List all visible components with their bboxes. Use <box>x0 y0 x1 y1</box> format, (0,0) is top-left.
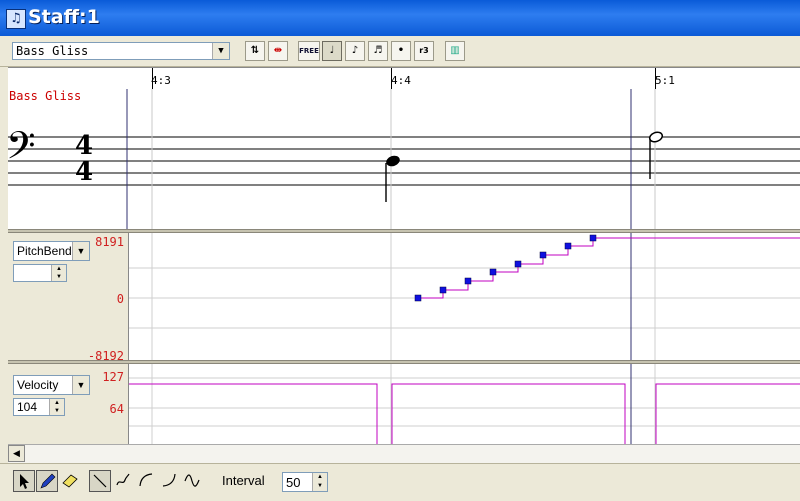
ruler-marker: 5:1 <box>655 74 675 87</box>
velocity-bars[interactable] <box>128 383 800 444</box>
triplet-icon[interactable]: r3 <box>414 41 434 61</box>
sixteenth-note-icon[interactable]: ♬ <box>368 41 388 61</box>
bass-clef-icon: 𝄢 <box>6 123 36 177</box>
dot-icon[interactable]: • <box>391 41 411 61</box>
measure-ruler[interactable]: 4:3 4:4 5:1 <box>8 67 800 90</box>
freehand-tool-icon[interactable] <box>112 470 134 492</box>
stepper-arrows-icon[interactable]: ▲ ▼ <box>312 473 327 491</box>
interval-label: Interval <box>222 473 265 488</box>
edit-toolbar: Interval 50 ▲ ▼ <box>0 463 800 501</box>
pencil-tool-icon[interactable] <box>36 470 58 492</box>
scroll-left-icon[interactable]: ◀ <box>8 445 25 462</box>
quarter-note-icon[interactable]: ♩ <box>322 41 342 61</box>
time-signature-bottom: 4 <box>75 157 94 187</box>
staff-view[interactable]: Bass Gliss 𝄢 4 4 <box>6 89 800 229</box>
curve-convex-tool-icon[interactable] <box>135 470 157 492</box>
time-signature-top: 4 <box>75 131 94 161</box>
velocity-lane[interactable]: Velocity ▼ 104 ▲ ▼ 127 64 <box>8 364 800 444</box>
ruler-marker: 4:4 <box>391 74 411 87</box>
axis-mid-label: 64 <box>109 402 124 416</box>
curve-concave-tool-icon[interactable] <box>158 470 180 492</box>
split-icon[interactable]: ⇹ <box>268 41 288 61</box>
title-bar: ♫ Staff:1 <box>0 0 800 36</box>
axis-max-label: 8191 <box>95 235 124 249</box>
music-notes-icon: ♫ <box>6 9 26 29</box>
pitchbend-value-stepper[interactable]: ▲ ▼ <box>13 264 67 282</box>
quarter-note[interactable] <box>385 154 402 202</box>
interval-stepper[interactable]: 50 ▲ ▼ <box>282 472 328 492</box>
chevron-down-icon[interactable]: ▼ <box>212 43 229 59</box>
eraser-tool-icon[interactable] <box>59 470 81 492</box>
line-tool-icon[interactable] <box>89 470 111 492</box>
ruler-marker: 4:3 <box>151 74 171 87</box>
pointer-tool-icon[interactable] <box>13 470 35 492</box>
toolbar: Bass Gliss ▼ ⇅ ⇹ FREE ♩ ♪ ♬ • r3 ▥ <box>0 36 800 67</box>
interval-value: 50 <box>286 475 301 490</box>
window-title: Staff:1 <box>28 6 100 28</box>
track-select-value: Bass Gliss <box>16 44 89 58</box>
free-button[interactable]: FREE <box>298 41 320 61</box>
sine-tool-icon[interactable] <box>181 470 203 492</box>
half-note[interactable] <box>648 131 664 179</box>
color-bars-icon[interactable]: ▥ <box>445 41 465 61</box>
quantize-icon[interactable]: ⇅ <box>245 41 265 61</box>
pitchbend-lane[interactable]: PitchBend ▼ ▲ ▼ 8191 0 -8192 <box>8 233 800 363</box>
horizontal-scrollbar[interactable]: ◀ <box>8 444 800 463</box>
axis-max-label: 127 <box>102 370 124 384</box>
eighth-note-icon[interactable]: ♪ <box>345 41 365 61</box>
staff-notation <box>8 89 800 229</box>
stepper-arrows-icon[interactable]: ▲ ▼ <box>51 265 66 281</box>
track-select[interactable]: Bass Gliss ▼ <box>12 42 230 60</box>
axis-zero-label: 0 <box>116 292 124 306</box>
